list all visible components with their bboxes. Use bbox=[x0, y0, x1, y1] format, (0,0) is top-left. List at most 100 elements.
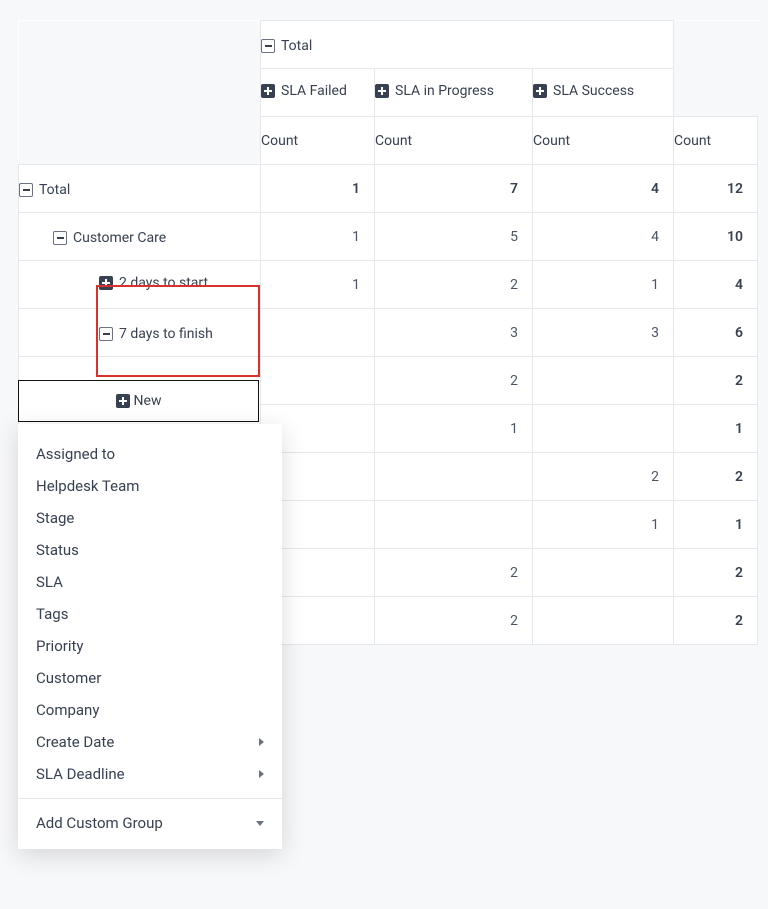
expand-icon bbox=[533, 84, 547, 98]
cell: 2 bbox=[375, 357, 533, 405]
col-sla-in-progress[interactable]: SLA in Progress bbox=[375, 69, 533, 117]
cell: 2 bbox=[674, 453, 758, 501]
cell: 1 bbox=[375, 405, 533, 453]
row-7-days-to-finish[interactable]: 7 days to finish bbox=[19, 309, 261, 357]
collapse-icon bbox=[261, 39, 275, 53]
cell: 2 bbox=[533, 453, 674, 501]
count-header-2: Count bbox=[375, 117, 533, 165]
col-sla-failed-label: SLA Failed bbox=[281, 83, 347, 99]
menu-item-label: Stage bbox=[36, 509, 74, 527]
col-group-total-label: Total bbox=[281, 38, 312, 54]
menu-item-status[interactable]: Status bbox=[18, 534, 282, 566]
col-sla-success[interactable]: SLA Success bbox=[533, 69, 674, 117]
col-sla-in-progress-label: SLA in Progress bbox=[395, 83, 494, 99]
new-group-label: New bbox=[134, 393, 162, 409]
cell: 1 bbox=[674, 405, 758, 453]
cell bbox=[533, 597, 674, 645]
menu-item-sla[interactable]: SLA bbox=[18, 566, 282, 598]
cell: 2 bbox=[375, 597, 533, 645]
row-total-label: Total bbox=[39, 182, 70, 198]
chevron-right-icon bbox=[259, 738, 264, 746]
collapse-icon bbox=[53, 231, 67, 245]
menu-item-company[interactable]: Company bbox=[18, 694, 282, 726]
row-2-days-to-start[interactable]: 2 days to start bbox=[19, 261, 261, 309]
menu-item-add-custom-group[interactable]: Add Custom Group bbox=[18, 807, 282, 839]
row-7-days-label: 7 days to finish bbox=[119, 326, 213, 342]
count-header-3: Count bbox=[533, 117, 674, 165]
cell: 2 bbox=[674, 549, 758, 597]
new-group-button[interactable]: New bbox=[18, 380, 259, 422]
cell: 7 bbox=[375, 165, 533, 213]
pivot-corner-blank-r bbox=[674, 21, 758, 69]
cell: 1 bbox=[261, 261, 375, 309]
cell bbox=[533, 549, 674, 597]
col-sla-failed[interactable]: SLA Failed bbox=[261, 69, 375, 117]
row-2-days-label: 2 days to start bbox=[119, 275, 208, 291]
expand-icon bbox=[375, 84, 389, 98]
cell bbox=[261, 357, 375, 405]
cell: 2 bbox=[375, 261, 533, 309]
cell: 1 bbox=[533, 501, 674, 549]
menu-item-assigned-to[interactable]: Assigned to bbox=[18, 438, 282, 470]
cell: 1 bbox=[261, 165, 375, 213]
menu-item-label: SLA Deadline bbox=[36, 765, 125, 783]
cell: 10 bbox=[674, 213, 758, 261]
menu-item-label: Company bbox=[36, 701, 99, 719]
expand-icon bbox=[261, 84, 275, 98]
cell: 2 bbox=[375, 549, 533, 597]
menu-item-label: Priority bbox=[36, 637, 83, 655]
row-customer-care-label: Customer Care bbox=[73, 230, 166, 246]
pivot-corner-blank bbox=[19, 21, 261, 69]
menu-item-priority[interactable]: Priority bbox=[18, 630, 282, 662]
row-customer-care[interactable]: Customer Care bbox=[19, 213, 261, 261]
cell: 4 bbox=[674, 261, 758, 309]
cell: 1 bbox=[533, 261, 674, 309]
cell: 4 bbox=[533, 213, 674, 261]
collapse-icon bbox=[19, 183, 33, 197]
menu-item-label: Tags bbox=[36, 605, 68, 623]
menu-item-tags[interactable]: Tags bbox=[18, 598, 282, 630]
menu-item-label: Assigned to bbox=[36, 445, 115, 463]
cell bbox=[375, 453, 533, 501]
cell: 4 bbox=[533, 165, 674, 213]
cell bbox=[533, 405, 674, 453]
cell: 6 bbox=[674, 309, 758, 357]
menu-item-label: Add Custom Group bbox=[36, 814, 163, 832]
cell: 3 bbox=[533, 309, 674, 357]
cell: 2 bbox=[674, 357, 758, 405]
col-group-total[interactable]: Total bbox=[261, 21, 674, 69]
menu-item-label: Status bbox=[36, 541, 79, 559]
col-sla-success-label: SLA Success bbox=[553, 83, 634, 99]
menu-item-label: Helpdesk Team bbox=[36, 477, 139, 495]
row-total[interactable]: Total bbox=[19, 165, 261, 213]
menu-item-label: SLA bbox=[36, 573, 63, 591]
chevron-right-icon bbox=[259, 770, 264, 778]
menu-item-helpdesk-team[interactable]: Helpdesk Team bbox=[18, 470, 282, 502]
groupby-menu: Assigned to Helpdesk Team Stage Status S… bbox=[18, 424, 282, 849]
menu-item-sla-deadline[interactable]: SLA Deadline bbox=[18, 758, 282, 790]
plus-icon bbox=[116, 394, 130, 408]
menu-divider bbox=[18, 798, 282, 799]
menu-item-label: Customer bbox=[36, 669, 101, 687]
cell: 5 bbox=[375, 213, 533, 261]
cell bbox=[533, 357, 674, 405]
cell: 1 bbox=[674, 501, 758, 549]
cell bbox=[375, 501, 533, 549]
pivot-corner-blank-r2 bbox=[674, 69, 758, 117]
cell: 1 bbox=[261, 213, 375, 261]
count-header-1: Count bbox=[261, 117, 375, 165]
cell: 3 bbox=[375, 309, 533, 357]
cell: 12 bbox=[674, 165, 758, 213]
cell: 2 bbox=[674, 597, 758, 645]
collapse-icon bbox=[99, 327, 113, 341]
count-header-4: Count bbox=[674, 117, 758, 165]
menu-item-stage[interactable]: Stage bbox=[18, 502, 282, 534]
menu-item-label: Create Date bbox=[36, 733, 114, 751]
chevron-down-icon bbox=[256, 821, 264, 826]
menu-item-customer[interactable]: Customer bbox=[18, 662, 282, 694]
cell bbox=[261, 309, 375, 357]
pivot-corner-blank-2 bbox=[19, 69, 261, 117]
menu-item-create-date[interactable]: Create Date bbox=[18, 726, 282, 758]
expand-icon bbox=[99, 276, 113, 290]
pivot-corner-blank-3 bbox=[19, 117, 261, 165]
